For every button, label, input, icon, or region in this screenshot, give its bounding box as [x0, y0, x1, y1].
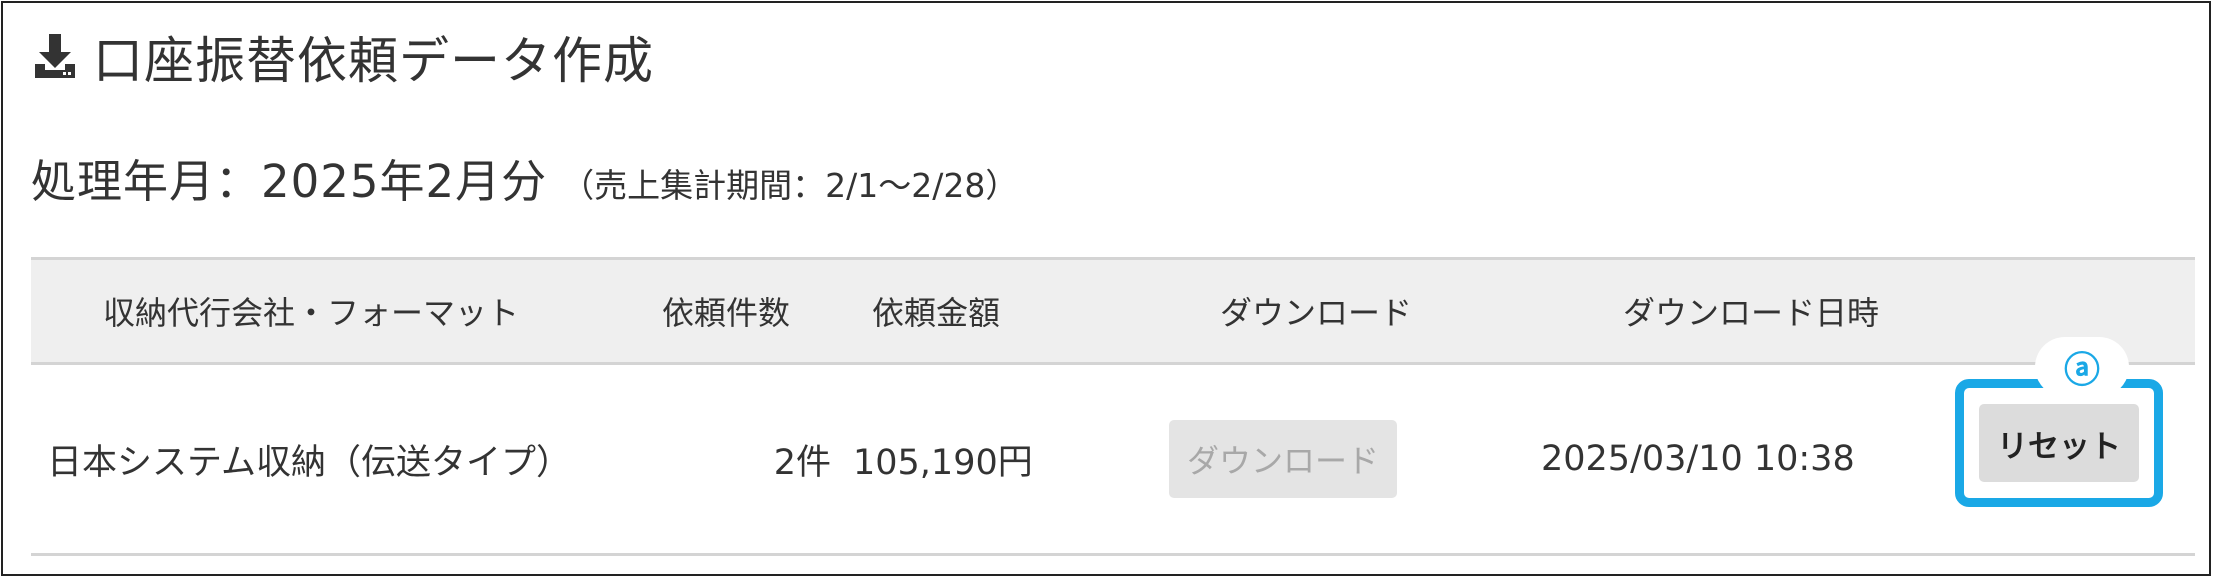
- table-header: 収納代行会社・フォーマット 依頼件数 依頼金額 ダウンロード ダウンロード日時: [31, 257, 2195, 365]
- company-format-cell: 日本システム収納（伝送タイプ）: [47, 442, 571, 483]
- download-button[interactable]: ダウンロード: [1169, 420, 1397, 498]
- panel: 口座振替依頼データ作成 処理年月：2025年2月分 （売上集計期間：2/1～2/…: [1, 1, 2211, 576]
- table-row: 日本システム収納（伝送タイプ） 2件 105,190円 ダウンロード 2025/…: [31, 337, 2195, 556]
- processing-period: 処理年月：2025年2月分 （売上集計期間：2/1～2/28）: [31, 145, 1018, 210]
- header-download: ダウンロード: [1219, 294, 1412, 332]
- page-title: 口座振替依頼データ作成: [93, 32, 654, 90]
- download-icon: [35, 34, 75, 78]
- header-request-amount: 依頼金額: [871, 294, 1000, 332]
- request-table: 収納代行会社・フォーマット 依頼件数 依頼金額 ダウンロード ダウンロード日時 …: [31, 257, 2195, 556]
- download-cell: ダウンロード: [1169, 365, 1397, 553]
- reset-button[interactable]: リセット: [1979, 404, 2139, 482]
- download-datetime-cell: 2025/03/10 10:38: [1541, 439, 1855, 479]
- page-heading: 口座振替依頼データ作成: [31, 25, 654, 90]
- header-download-datetime: ダウンロード日時: [1622, 294, 1879, 332]
- header-request-count: 依頼件数: [661, 294, 790, 332]
- header-company-format: 収納代行会社・フォーマット: [102, 294, 519, 332]
- processing-month: 処理年月：2025年2月分: [31, 155, 548, 208]
- annotation-marker-a: ⓐ: [2035, 337, 2129, 397]
- request-amount-cell: 105,190円: [853, 442, 1033, 483]
- reset-highlight-box: リセット: [1955, 379, 2163, 507]
- request-count-cell: 2件: [773, 442, 831, 483]
- sales-period: （売上集計期間：2/1～2/28）: [561, 166, 1019, 205]
